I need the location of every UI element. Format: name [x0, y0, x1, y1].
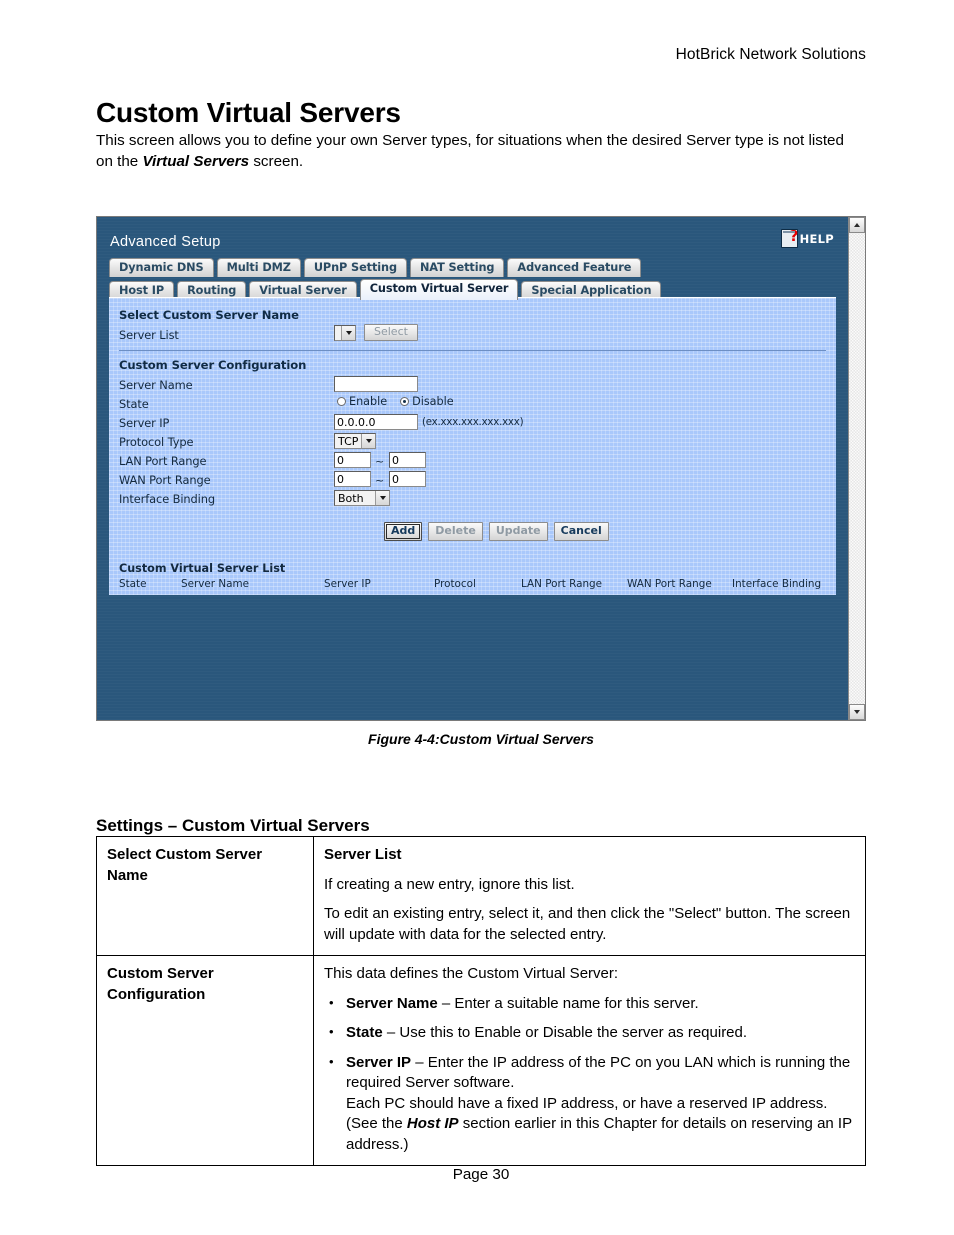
- bullet-term-state: State: [346, 1024, 383, 1041]
- intro-paragraph: This screen allows you to define your ow…: [96, 130, 864, 172]
- interface-binding-label: Interface Binding: [119, 492, 215, 506]
- page-title: Custom Virtual Servers: [96, 96, 401, 128]
- bullet-ref-host-ip: Host IP: [406, 1115, 459, 1132]
- sub-heading-server-list: Server List: [324, 846, 402, 863]
- tab-dynamic-dns[interactable]: Dynamic DNS: [109, 258, 214, 277]
- help-button[interactable]: ? HELP: [780, 227, 834, 248]
- chevron-down-icon: [375, 491, 389, 505]
- server-name-input[interactable]: [334, 376, 418, 392]
- chevron-down-icon: [341, 326, 355, 340]
- state-disable-radio[interactable]: [400, 397, 410, 406]
- custom-virtual-server-list: Custom Virtual Server List State Server …: [119, 562, 826, 592]
- row-key-select-custom-server-name: Select Custom Server Name: [96, 836, 314, 956]
- column-server-ip: Server IP: [324, 578, 371, 590]
- list-item: Server IP – Enter the IP address of the …: [329, 1052, 855, 1156]
- add-button[interactable]: Add: [384, 522, 423, 541]
- wan-port-range-label: WAN Port Range: [119, 473, 211, 487]
- action-button-row: Add Delete Update Cancel: [384, 522, 609, 541]
- lan-range-separator: ~: [375, 455, 385, 468]
- server-ip-label: Server IP: [119, 416, 170, 430]
- bullet-term-server-name: Server Name: [346, 994, 438, 1012]
- state-enable-radio[interactable]: [337, 397, 346, 406]
- config-section-title: Custom Server Configuration: [119, 358, 307, 372]
- help-label: HELP: [799, 231, 834, 246]
- state-enable-label: Enable: [349, 395, 388, 408]
- table-row: Select Custom Server Name Server List If…: [96, 836, 866, 956]
- intro-text-after: screen.: [249, 153, 304, 170]
- server-list-desc-1: If creating a new entry, ignore this lis…: [324, 875, 575, 893]
- protocol-type-dropdown[interactable]: TCP: [334, 433, 376, 449]
- state-radio-group: Enable Disable: [337, 395, 454, 408]
- column-state: State: [119, 578, 147, 590]
- tab-row-primary: Dynamic DNS Multi DMZ UPnP Setting NAT S…: [109, 258, 642, 277]
- question-mark-glyph: ?: [789, 227, 799, 245]
- scroll-up-arrow-icon[interactable]: [849, 217, 865, 233]
- server-list-label: Server List: [119, 328, 179, 342]
- bullet-text-server-ip: – Enter the IP address of the PC on you …: [346, 1053, 851, 1092]
- figure-caption: Figure 4-4:Custom Virtual Servers: [368, 731, 594, 747]
- server-ip-hint: (ex.xxx.xxx.xxx.xxx): [422, 417, 524, 428]
- tab-custom-virtual-server[interactable]: Custom Virtual Server: [359, 279, 519, 300]
- vertical-scrollbar[interactable]: [848, 217, 865, 720]
- page-footer: Page 30: [452, 1166, 510, 1183]
- config-intro: This data defines the Custom Virtual Ser…: [324, 965, 619, 982]
- row-value-select-custom-server-name: Server List If creating a new entry, ign…: [313, 836, 866, 956]
- server-ip-input[interactable]: [334, 414, 418, 430]
- advanced-setup-title: Advanced Setup: [110, 234, 221, 250]
- table-row: Custom Server Configuration This data de…: [96, 955, 866, 1166]
- lan-port-end-input[interactable]: [389, 452, 426, 468]
- row-value-custom-server-configuration: This data defines the Custom Virtual Ser…: [313, 955, 866, 1166]
- tab-advanced-feature[interactable]: Advanced Feature: [507, 258, 642, 277]
- list-item: State – Use this to Enable or Disable th…: [329, 1022, 855, 1044]
- lan-port-start-input[interactable]: [334, 452, 371, 468]
- server-list-desc-2: To edit an existing entry, select it, an…: [324, 905, 851, 943]
- running-header: HotBrick Network Solutions: [675, 46, 866, 63]
- wan-port-start-input[interactable]: [334, 471, 371, 487]
- column-interface-binding: Interface Binding: [732, 578, 822, 590]
- delete-button[interactable]: Delete: [428, 522, 483, 541]
- server-name-label: Server Name: [119, 378, 193, 392]
- wan-range-separator: ~: [375, 474, 385, 487]
- help-question-icon: ?: [780, 227, 799, 248]
- list-column-headers: State Server Name Server IP Protocol LAN…: [119, 578, 826, 592]
- select-server-section-title: Select Custom Server Name: [119, 308, 299, 322]
- protocol-type-value: TCP: [338, 434, 359, 448]
- document-page: HotBrick Network Solutions Custom Virtua…: [0, 0, 954, 1235]
- intro-emphasis: Virtual Servers: [142, 153, 250, 170]
- settings-panel: Select Custom Server Name Server List Se…: [109, 297, 836, 595]
- column-server-name: Server Name: [181, 578, 250, 590]
- interface-binding-dropdown[interactable]: Both: [334, 490, 390, 506]
- column-protocol: Protocol: [434, 578, 476, 590]
- scroll-down-arrow-icon[interactable]: [849, 704, 865, 720]
- list-item: Server Name – Enter a suitable name for …: [329, 993, 855, 1015]
- protocol-type-label: Protocol Type: [119, 435, 194, 449]
- state-disable-label: Disable: [412, 395, 454, 408]
- interface-binding-value: Both: [338, 491, 364, 505]
- tab-upnp-setting[interactable]: UPnP Setting: [303, 258, 407, 277]
- bullet-text-server-name: – Enter a suitable name for this server.: [437, 994, 699, 1012]
- tab-nat-setting[interactable]: NAT Setting: [409, 258, 505, 277]
- tab-multi-dmz[interactable]: Multi DMZ: [216, 258, 301, 277]
- select-button[interactable]: Select: [364, 324, 418, 341]
- column-wan-port-range: WAN Port Range: [627, 578, 712, 590]
- lan-port-range-label: LAN Port Range: [119, 454, 207, 468]
- column-lan-port-range: LAN Port Range: [521, 578, 603, 590]
- router-ui-body: Advanced Setup ? HELP Dynamic DNS Multi …: [97, 217, 848, 720]
- row-key-custom-server-configuration: Custom Server Configuration: [96, 955, 314, 1166]
- state-label: State: [119, 397, 149, 411]
- wan-port-end-input[interactable]: [389, 471, 426, 487]
- server-list-dropdown[interactable]: [334, 325, 356, 341]
- bullet-term-server-ip: Server IP: [346, 1053, 412, 1071]
- settings-table: Select Custom Server Name Server List If…: [96, 836, 866, 1166]
- list-section-title: Custom Virtual Server List: [119, 562, 286, 575]
- chevron-down-icon: [361, 434, 375, 448]
- bullet-text-state: – Use this to Enable or Disable the serv…: [382, 1024, 748, 1041]
- router-ui-screenshot: Advanced Setup ? HELP Dynamic DNS Multi …: [96, 216, 866, 721]
- update-button[interactable]: Update: [488, 522, 548, 541]
- section-divider: [119, 350, 826, 351]
- config-bullet-list: Server Name – Enter a suitable name for …: [324, 993, 855, 1156]
- settings-heading: Settings – Custom Virtual Servers: [96, 816, 370, 836]
- cancel-button[interactable]: Cancel: [553, 522, 609, 541]
